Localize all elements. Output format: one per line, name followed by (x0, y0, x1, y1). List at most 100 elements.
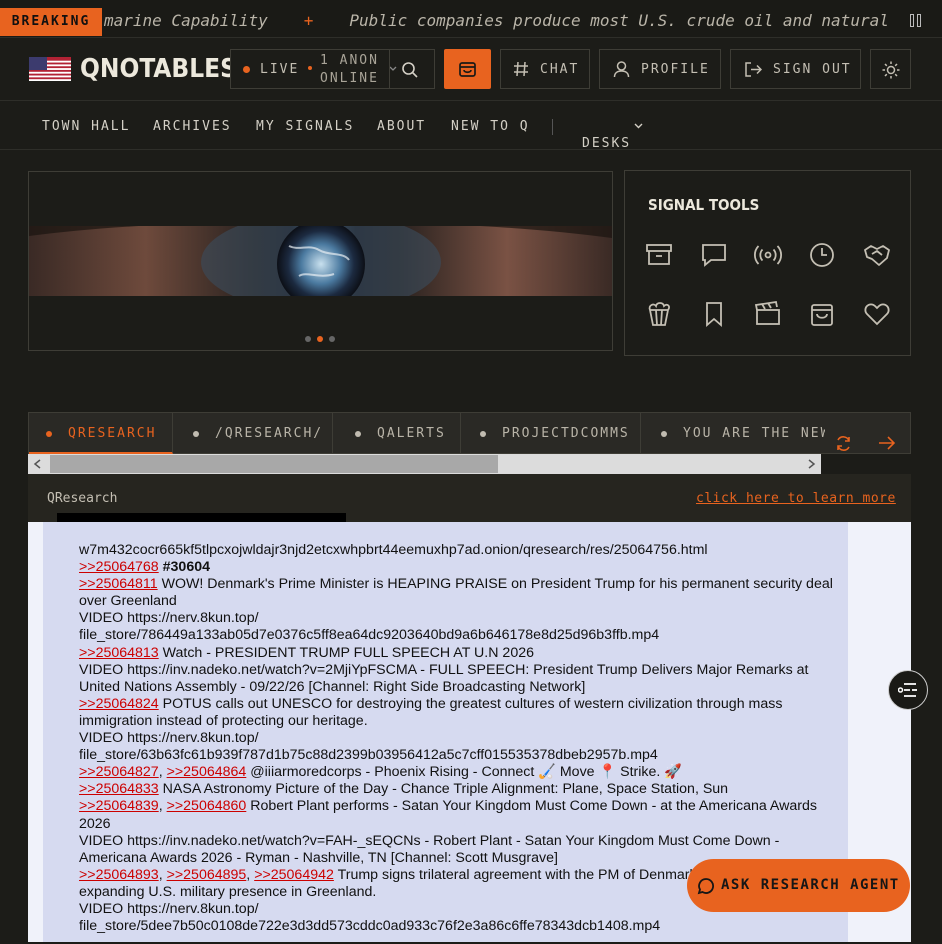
tab-label: QALERTS (377, 426, 446, 441)
chevron-down-icon[interactable] (634, 123, 643, 129)
broadcast-icon[interactable] (753, 240, 783, 270)
scroll-right-icon[interactable] (808, 459, 816, 469)
breaking-badge: BREAKING (0, 8, 102, 36)
profile-label: PROFILE (641, 62, 710, 77)
theme-toggle-button[interactable] (870, 49, 911, 89)
shopping-bag-icon (459, 62, 476, 77)
post-line: >>25064811 WOW! Denmark's Prime Minister… (79, 576, 848, 610)
ticker-separator: + (303, 11, 314, 30)
clock-icon[interactable] (807, 240, 837, 270)
live-dot-icon (243, 66, 250, 73)
scroll-thumb[interactable] (50, 455, 498, 473)
clapperboard-icon[interactable] (753, 299, 783, 329)
ask-agent-label: ASK RESEARCH AGENT (721, 877, 900, 893)
nav-item-about[interactable]: ABOUT (377, 119, 426, 134)
arrow-right-icon[interactable] (878, 436, 896, 450)
tab-projectdcomms[interactable]: PROJECTDCOMMS (461, 413, 641, 454)
shopping-bag-icon[interactable] (807, 299, 837, 329)
chat-button[interactable]: CHAT (500, 49, 590, 89)
post-ref-link[interactable]: >>25064768 (79, 559, 159, 575)
online-count: 1 ANON ONLINE (320, 52, 379, 88)
chat-bubble-icon (697, 878, 714, 895)
post-ref-link[interactable]: >>25064864 (167, 764, 247, 780)
hash-icon (514, 61, 528, 77)
profile-button[interactable]: PROFILE (599, 49, 721, 89)
post-line: VIDEO https://nerv.8kun.top/ (79, 730, 259, 747)
sun-icon (882, 61, 900, 79)
us-flag-logo[interactable] (29, 57, 71, 81)
site-logo[interactable]: QNOTABLES (80, 54, 237, 84)
popcorn-icon[interactable] (644, 299, 674, 329)
live-status-widget[interactable]: LIVE 1 ANON ONLINE (230, 49, 435, 89)
tab-qresearch-slash[interactable]: /QRESEARCH/ (173, 413, 333, 454)
carousel-dot-active[interactable] (317, 336, 323, 342)
tab-label: QRESEARCH (68, 426, 157, 441)
eye-globe-image (29, 226, 612, 296)
post-line: >>25064813 Watch - PRESIDENT TRUMP FULL … (79, 645, 848, 662)
sign-out-button[interactable]: SIGN OUT (730, 49, 861, 89)
heart-icon[interactable] (862, 299, 892, 329)
nav-item-new-to-q[interactable]: NEW TO Q (451, 119, 530, 134)
breaking-ticker: BREAKING marine Capability + Public compan… (0, 0, 942, 38)
tab-dot (355, 430, 361, 437)
carousel-dot[interactable] (305, 336, 311, 342)
post-ref-link[interactable]: >>25064839 (79, 798, 159, 814)
carousel-dot[interactable] (329, 336, 335, 342)
post-ref-link[interactable]: >>25064860 (167, 798, 247, 814)
tab-label: PROJECTDCOMMS (502, 426, 630, 441)
ticker-item[interactable]: Public companies produce most U.S. crude… (349, 11, 894, 30)
post-ref-link[interactable]: >>25064895 (167, 867, 247, 883)
post-text: WOW! Denmark's Prime Minister is HEAPING… (79, 576, 833, 610)
post-ref-link[interactable]: >>25064942 (254, 867, 334, 883)
signal-tools-title: SIGNAL TOOLS (648, 196, 760, 214)
thread-url[interactable]: w7m432cocr665kf5tlpcxojwldajr3njd2etcxwh… (79, 542, 848, 559)
post-ref-link[interactable]: >>25064827 (79, 764, 159, 780)
notables-number: #30604 (162, 559, 210, 576)
tab-label: /QRESEARCH/ (215, 426, 324, 441)
tab-dot (661, 430, 667, 437)
tab-you-are-the-new[interactable]: YOU ARE THE NEW (641, 413, 825, 454)
archive-icon[interactable] (644, 240, 674, 270)
post-ref-link[interactable]: >>25064813 (79, 645, 159, 661)
post-text: @iiiarmoredcorps - Phoenix Rising - Conn… (246, 764, 682, 781)
nav-divider (552, 119, 553, 135)
post-ref-link[interactable]: >>25064893 (79, 867, 159, 883)
tab-qalerts[interactable]: QALERTS (333, 413, 461, 454)
post-line: VIDEO https://nerv.8kun.top/ (79, 610, 259, 627)
online-label: ONLINE (320, 71, 379, 86)
post-text: Watch - PRESIDENT TRUMP FULL SPEECH AT U… (158, 644, 534, 661)
bookmark-icon[interactable] (699, 299, 729, 329)
nav-item-town-hall[interactable]: TOWN HALL (42, 119, 130, 134)
search-icon[interactable] (401, 61, 419, 79)
main-nav: TOWN HALL ARCHIVES MY SIGNALS ABOUT NEW … (0, 102, 942, 151)
tab-label: YOU ARE THE NEW (683, 426, 825, 441)
desks-label: DESKS (582, 136, 632, 151)
nav-item-archives[interactable]: ARCHIVES (153, 119, 232, 134)
learn-more-link[interactable]: click here to learn more (696, 491, 896, 506)
post-text: POTUS calls out UNESCO for destroying th… (79, 695, 783, 729)
tab-scrollbar[interactable] (28, 454, 821, 474)
post-ref-link[interactable]: >>25064811 (79, 576, 158, 592)
pause-icon[interactable] (910, 14, 922, 28)
post-line: VIDEO https://inv.nadeko.net/watch?v=2Mj… (79, 661, 809, 695)
hero-carousel[interactable] (28, 171, 613, 351)
nav-item-my-signals[interactable]: MY SIGNALS (256, 119, 354, 134)
ask-research-agent-button[interactable]: ASK RESEARCH AGENT (687, 859, 910, 912)
post-line: file_store/786449a133ab05d7e0376c5ff8ea6… (79, 627, 660, 644)
post-text: NASA Astronomy Picture of the Day - Chan… (158, 781, 729, 798)
tab-qresearch[interactable]: QRESEARCH (29, 413, 173, 454)
post-ref-link[interactable]: >>25064824 (79, 696, 159, 712)
ticker-item[interactable]: marine Capability (104, 11, 268, 30)
scroll-left-icon[interactable] (33, 459, 41, 469)
list-filter-icon (898, 683, 917, 697)
handshake-icon[interactable] (862, 240, 892, 270)
chevron-down-icon[interactable] (389, 66, 397, 72)
ticker-text[interactable]: marine Capability + Public companies produ… (104, 11, 894, 30)
chat-bubble-icon[interactable] (699, 240, 729, 270)
post-line: >>25064824 POTUS calls out UNESCO for de… (79, 696, 848, 730)
post-ref-link[interactable]: >>25064833 (79, 781, 159, 797)
shop-button[interactable] (444, 49, 491, 89)
refresh-icon[interactable] (835, 435, 852, 452)
post-line: >>25064833 NASA Astronomy Picture of the… (79, 781, 848, 798)
filter-fab-button[interactable] (888, 670, 928, 710)
